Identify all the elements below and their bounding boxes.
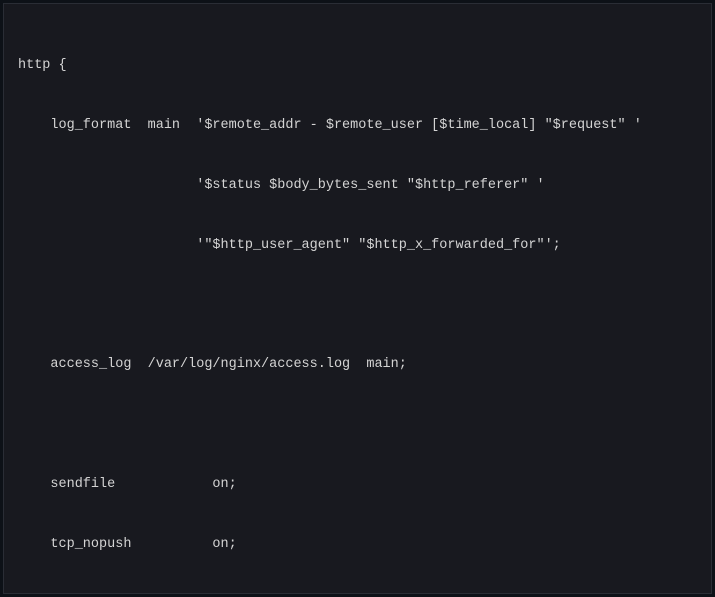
- code-line: [18, 415, 697, 435]
- code-line: '"$http_user_agent" "$http_x_forwarded_f…: [18, 236, 697, 256]
- code-line: http {: [18, 56, 697, 76]
- code-line: log_format main '$remote_addr - $remote_…: [18, 116, 697, 136]
- code-line: access_log /var/log/nginx/access.log mai…: [18, 355, 697, 375]
- code-line: [18, 296, 697, 316]
- code-line: sendfile on;: [18, 475, 697, 495]
- nginx-config-code-block: http { log_format main '$remote_addr - $…: [3, 3, 712, 594]
- code-line: '$status $body_bytes_sent "$http_referer…: [18, 176, 697, 196]
- code-line: tcp_nopush on;: [18, 535, 697, 555]
